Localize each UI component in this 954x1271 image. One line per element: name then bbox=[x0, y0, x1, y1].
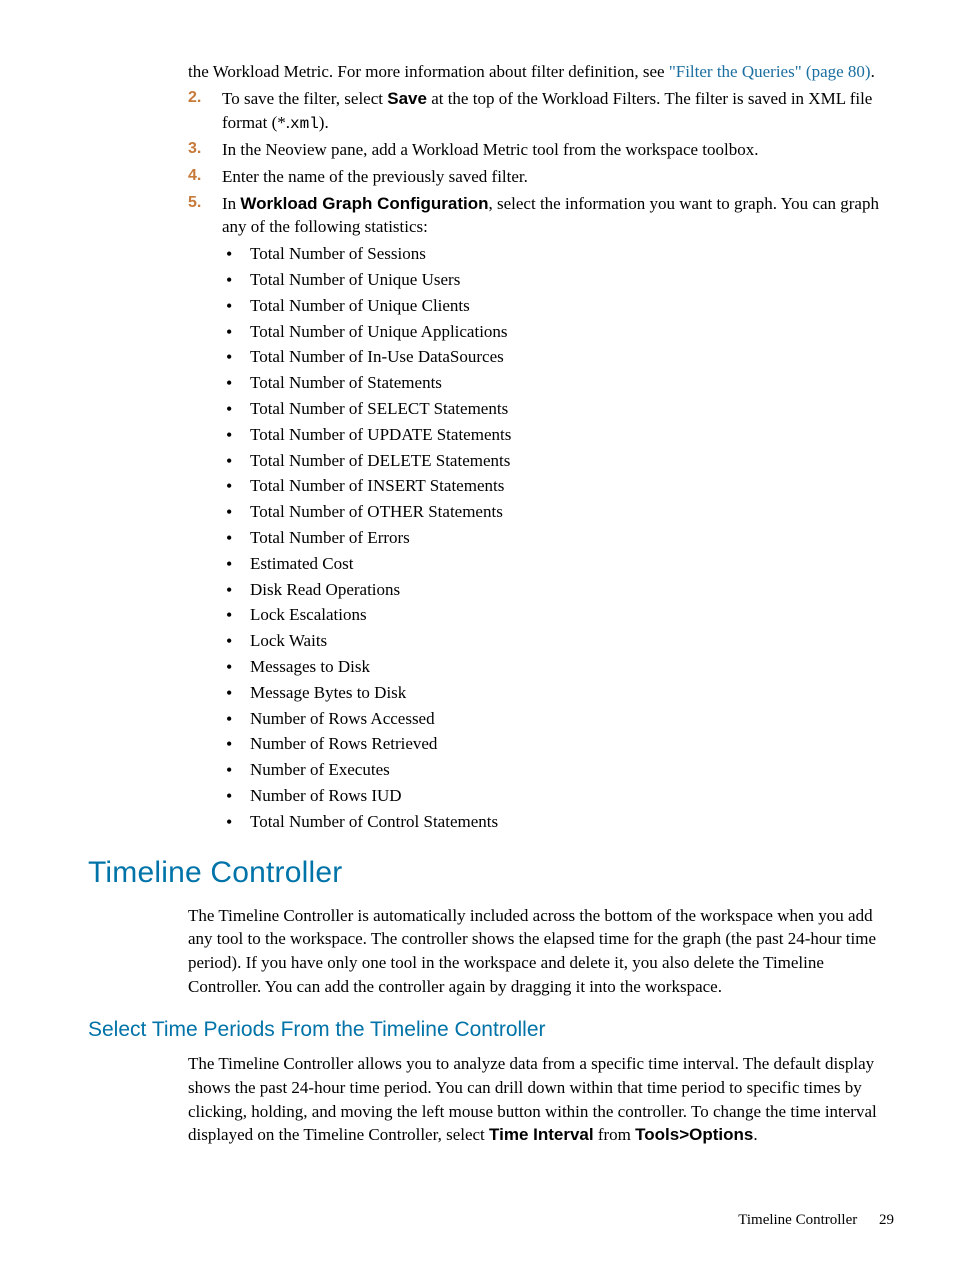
save-label: Save bbox=[387, 89, 427, 108]
step-2-post2: ). bbox=[319, 113, 329, 132]
step-2-pre: To save the filter, select bbox=[222, 89, 387, 108]
list-item: Total Number of In-Use DataSources bbox=[222, 345, 894, 369]
step-3: 3. In the Neoview pane, add a Workload M… bbox=[188, 138, 894, 162]
select-time-periods-heading: Select Time Periods From the Timeline Co… bbox=[88, 1015, 894, 1044]
list-item: Lock Waits bbox=[222, 629, 894, 653]
list-item: Estimated Cost bbox=[222, 552, 894, 576]
step-number: 4. bbox=[188, 165, 201, 187]
step-2: 2. To save the filter, select Save at th… bbox=[188, 87, 894, 135]
cross-reference-link[interactable]: "Filter the Queries" (page 80) bbox=[669, 62, 871, 81]
timeline-controller-body: The Timeline Controller is automatically… bbox=[188, 904, 894, 999]
tools-options-label: Tools>Options bbox=[635, 1125, 753, 1144]
step-4-text: Enter the name of the previously saved f… bbox=[222, 167, 528, 186]
intro-text-2: . bbox=[871, 62, 875, 81]
list-item: Lock Escalations bbox=[222, 603, 894, 627]
step-3-text: In the Neoview pane, add a Workload Metr… bbox=[222, 140, 759, 159]
step-number: 3. bbox=[188, 138, 201, 160]
timeline-controller-para: The Timeline Controller is automatically… bbox=[188, 904, 894, 999]
list-item: Total Number of Unique Clients bbox=[222, 294, 894, 318]
xml-extension: xml bbox=[290, 115, 319, 133]
list-item: Total Number of Unique Applications bbox=[222, 320, 894, 344]
intro-text-1: the Workload Metric. For more informatio… bbox=[188, 62, 669, 81]
page-footer: Timeline Controller 29 bbox=[738, 1210, 894, 1231]
list-item: Total Number of Statements bbox=[222, 371, 894, 395]
page-number: 29 bbox=[879, 1212, 894, 1228]
step-number: 2. bbox=[188, 87, 201, 109]
timeline-controller-heading: Timeline Controller bbox=[88, 852, 894, 894]
list-item: Total Number of OTHER Statements bbox=[222, 500, 894, 524]
statistics-list: Total Number of Sessions Total Number of… bbox=[222, 242, 894, 833]
step-5-pre: In bbox=[222, 194, 240, 213]
list-item: Number of Rows Accessed bbox=[222, 707, 894, 731]
list-item: Total Number of Errors bbox=[222, 526, 894, 550]
step-4: 4. Enter the name of the previously save… bbox=[188, 165, 894, 189]
select-time-periods-para: The Timeline Controller allows you to an… bbox=[188, 1052, 894, 1147]
intro-paragraph: the Workload Metric. For more informatio… bbox=[188, 60, 894, 84]
list-item: Total Number of Unique Users bbox=[222, 268, 894, 292]
list-item: Total Number of INSERT Statements bbox=[222, 474, 894, 498]
list-item: Total Number of Sessions bbox=[222, 242, 894, 266]
step-5: 5. In Workload Graph Configuration, sele… bbox=[188, 192, 894, 240]
time-interval-label: Time Interval bbox=[489, 1125, 594, 1144]
list-item: Total Number of UPDATE Statements bbox=[222, 423, 894, 447]
step-number: 5. bbox=[188, 192, 201, 214]
list-item: Number of Rows Retrieved bbox=[222, 732, 894, 756]
list-item: Total Number of DELETE Statements bbox=[222, 449, 894, 473]
list-item: Number of Executes bbox=[222, 758, 894, 782]
list-item: Disk Read Operations bbox=[222, 578, 894, 602]
list-item: Number of Rows IUD bbox=[222, 784, 894, 808]
list-item: Messages to Disk bbox=[222, 655, 894, 679]
list-item: Message Bytes to Disk bbox=[222, 681, 894, 705]
list-item: Total Number of SELECT Statements bbox=[222, 397, 894, 421]
workload-graph-config-label: Workload Graph Configuration bbox=[240, 194, 488, 213]
footer-section-label: Timeline Controller bbox=[738, 1212, 857, 1228]
select-time-periods-body: The Timeline Controller allows you to an… bbox=[188, 1052, 894, 1147]
para-mid: from bbox=[594, 1125, 636, 1144]
body-content: the Workload Metric. For more informatio… bbox=[188, 60, 894, 834]
list-item: Total Number of Control Statements bbox=[222, 810, 894, 834]
para-post: . bbox=[753, 1125, 757, 1144]
